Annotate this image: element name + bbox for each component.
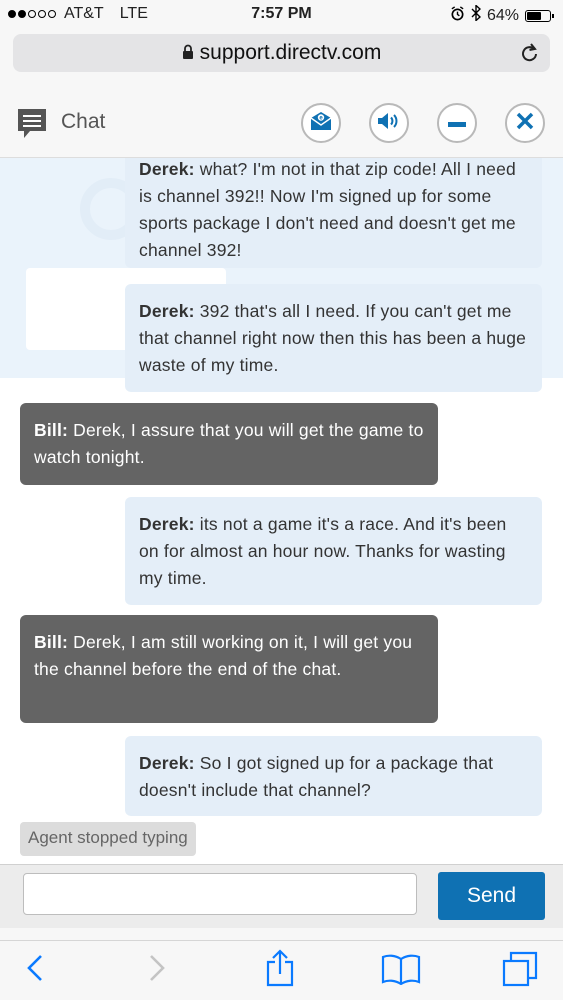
battery-percent: 64% xyxy=(486,6,519,24)
chat-transcript[interactable]: Derek: what? I'm not in that zip code! A… xyxy=(0,158,563,864)
sound-toggle-button[interactable] xyxy=(369,103,409,143)
chat-message-customer: Derek: So I got signed up for a package … xyxy=(125,736,542,816)
chat-message-customer: Derek: its not a game it's a race. And i… xyxy=(125,497,542,605)
forward-icon[interactable] xyxy=(148,953,166,988)
send-button[interactable]: Send xyxy=(438,872,545,920)
email-transcript-button[interactable]: e xyxy=(301,103,341,143)
bookmarks-icon[interactable] xyxy=(381,953,421,990)
address-bar[interactable]: support.directv.com xyxy=(13,34,550,72)
chat-title: Chat xyxy=(61,110,106,133)
chat-message-agent: Bill: Derek, I am still working on it, I… xyxy=(20,615,438,723)
minimize-icon xyxy=(447,111,467,136)
browser-toolbar xyxy=(0,940,563,1000)
email-icon: e xyxy=(310,111,332,136)
speaker-icon xyxy=(376,111,402,136)
tabs-icon[interactable] xyxy=(502,951,538,992)
lock-icon xyxy=(182,42,194,66)
minimize-button[interactable] xyxy=(437,103,477,143)
message-input[interactable] xyxy=(23,873,417,915)
chat-message-agent: Bill: Derek, I assure that you will get … xyxy=(20,403,438,485)
close-button[interactable] xyxy=(505,103,545,143)
chat-input-row: Send xyxy=(0,864,563,928)
status-right: 64% xyxy=(450,3,554,26)
status-bar: AT&T LTE 7:57 PM 64% xyxy=(0,0,563,30)
chat-message-customer: Derek: 392 that's all I need. If you can… xyxy=(125,284,542,392)
battery-icon xyxy=(525,9,554,22)
typing-status: Agent stopped typing xyxy=(20,822,196,856)
reload-icon[interactable] xyxy=(520,42,540,69)
share-icon[interactable] xyxy=(265,949,295,992)
back-icon[interactable] xyxy=(26,953,44,988)
chat-icon xyxy=(17,108,47,145)
bluetooth-icon xyxy=(471,3,481,26)
close-icon xyxy=(515,111,535,136)
chat-message-customer: Derek: what? I'm not in that zip code! A… xyxy=(125,158,542,268)
alarm-icon xyxy=(450,5,465,26)
chat-header: Chat e xyxy=(0,86,563,158)
url-text: support.directv.com xyxy=(199,41,382,64)
